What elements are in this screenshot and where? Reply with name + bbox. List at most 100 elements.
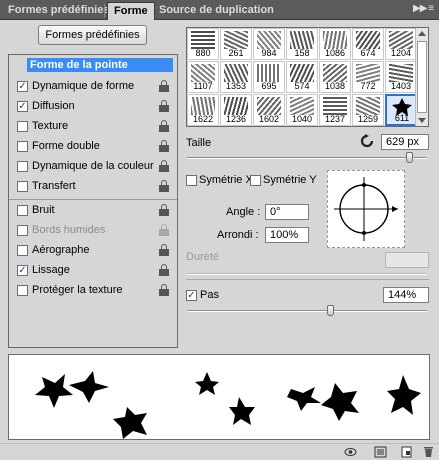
brush-tip-preview <box>191 97 215 115</box>
scroll-down-icon[interactable] <box>418 118 426 123</box>
spacing-slider-thumb[interactable] <box>327 305 334 316</box>
lock-icon[interactable] <box>159 244 169 256</box>
scattering-checkbox[interactable]: ✓ <box>17 101 28 112</box>
lock-icon[interactable] <box>159 160 169 172</box>
angle-crosshair-icon[interactable] <box>328 171 404 247</box>
brush-tip-1602[interactable]: 1602 <box>253 94 285 126</box>
spacing-input[interactable]: 144% <box>383 287 429 303</box>
reset-size-icon[interactable] <box>360 134 374 148</box>
section-transfer[interactable]: Transfert <box>9 177 177 197</box>
section-scattering[interactable]: ✓ Diffusion <box>9 97 177 117</box>
brush-tip-preview <box>356 64 380 82</box>
roundness-input[interactable]: 100% <box>265 227 309 243</box>
airbrush-checkbox[interactable] <box>17 245 28 256</box>
spacing-label: Pas <box>200 289 219 301</box>
trash-icon[interactable] <box>422 446 435 458</box>
brush-tip-1204[interactable]: 1204 <box>385 28 417 60</box>
section-label: Dynamique de forme <box>32 80 135 92</box>
brush-tip-772[interactable]: 772 <box>352 61 384 93</box>
section-protect-texture[interactable]: Protéger la texture <box>9 281 177 301</box>
brush-presets-button[interactable]: Formes prédéfinies <box>38 25 147 45</box>
brush-tip-size-label: 1107 <box>193 81 213 91</box>
brush-tip-size-label: 695 <box>261 81 277 91</box>
brush-tip-1259[interactable]: 1259 <box>352 94 384 126</box>
brush-tip-261[interactable]: 261 <box>220 28 252 60</box>
brush-tip-1237[interactable]: 1237 <box>319 94 351 126</box>
section-texture[interactable]: Texture <box>9 117 177 137</box>
brush-tip-size-label: 984 <box>261 48 277 58</box>
brush-tip-695[interactable]: 695 <box>253 61 285 93</box>
brush-tip-984[interactable]: 984 <box>253 28 285 60</box>
brush-tip-1107[interactable]: 1107 <box>187 61 219 93</box>
transfer-checkbox[interactable] <box>17 181 28 192</box>
lock-icon[interactable] <box>159 120 169 132</box>
section-label: Transfert <box>32 180 76 192</box>
smoothing-checkbox[interactable]: ✓ <box>17 265 28 276</box>
star-mark <box>321 383 359 421</box>
wet-edges-checkbox[interactable] <box>17 225 28 236</box>
flip-x-checkbox[interactable] <box>186 175 197 186</box>
section-noise[interactable]: Bruit <box>9 201 177 221</box>
shape-dynamics-checkbox[interactable]: ✓ <box>17 81 28 92</box>
size-input[interactable]: 629 px <box>381 134 429 150</box>
brush-tip-size-label: 1622 <box>192 114 214 124</box>
lock-icon[interactable] <box>159 204 169 216</box>
brush-grid-icon[interactable] <box>374 446 387 458</box>
scroll-up-icon[interactable] <box>418 31 426 36</box>
section-dual-brush[interactable]: Forme double <box>9 137 177 157</box>
brush-tip-1040[interactable]: 1040 <box>286 94 318 126</box>
brush-tip-574[interactable]: 574 <box>286 61 318 93</box>
brush-tip-611[interactable]: 611 <box>385 94 417 126</box>
section-smoothing[interactable]: ✓ Lissage <box>9 261 177 281</box>
lock-icon[interactable] <box>159 264 169 276</box>
section-wet-edges[interactable]: Bords humides <box>9 221 177 241</box>
color-dynamics-checkbox[interactable] <box>17 161 28 172</box>
lock-icon[interactable] <box>159 284 169 296</box>
create-new-brush-icon[interactable] <box>400 446 413 458</box>
lock-icon[interactable] <box>159 80 169 92</box>
tab-clone-source[interactable]: Source de duplication <box>153 2 280 20</box>
brush-tip-674[interactable]: 674 <box>352 28 384 60</box>
section-color-dynamics[interactable]: Dynamique de la couleur <box>9 157 177 177</box>
dual-brush-checkbox[interactable] <box>17 141 28 152</box>
section-airbrush[interactable]: Aérographe <box>9 241 177 261</box>
options-divider <box>186 279 429 280</box>
brush-tip-1086[interactable]: 1086 <box>319 28 351 60</box>
section-shape-dynamics[interactable]: ✓ Dynamique de forme <box>9 77 177 97</box>
brush-tip-preview <box>224 31 248 49</box>
lock-icon[interactable] <box>159 100 169 112</box>
brush-tip-preview <box>356 97 380 115</box>
angle-input[interactable]: 0° <box>265 204 309 220</box>
flip-y-checkbox[interactable] <box>250 175 261 186</box>
section-brush-tip-shape[interactable]: Forme de la pointe <box>9 57 177 77</box>
brush-tip-size-label: 574 <box>294 81 310 91</box>
lock-icon[interactable] <box>159 140 169 152</box>
lock-icon[interactable] <box>159 180 169 192</box>
spacing-checkbox[interactable]: ✓ <box>186 290 197 301</box>
toggle-live-tip-icon[interactable] <box>344 446 357 458</box>
tab-brush[interactable]: Forme <box>107 2 155 20</box>
noise-checkbox[interactable] <box>17 205 28 216</box>
angle-roundness-widget[interactable] <box>327 170 405 248</box>
brush-tip-1403[interactable]: 1403 <box>385 61 417 93</box>
size-label: Taille <box>186 137 212 149</box>
panel-menu-icon[interactable]: ▶▶ ≡ <box>413 3 434 14</box>
size-slider-thumb[interactable] <box>406 152 414 163</box>
brush-tip-preview <box>257 64 281 82</box>
brush-tip-880[interactable]: 880 <box>187 28 219 60</box>
section-label: Bruit <box>32 204 55 216</box>
texture-checkbox[interactable] <box>17 121 28 132</box>
brush-tip-1353[interactable]: 1353 <box>220 61 252 93</box>
brush-tip-1622[interactable]: 1622 <box>187 94 219 126</box>
brush-tip-1038[interactable]: 1038 <box>319 61 351 93</box>
tab-brush-presets[interactable]: Formes prédéfinies <box>2 2 115 20</box>
section-label: Lissage <box>32 264 70 276</box>
protect-texture-checkbox[interactable] <box>17 285 28 296</box>
size-slider-track[interactable] <box>187 157 427 159</box>
spacing-slider-track[interactable] <box>187 310 427 312</box>
brush-tip-1236[interactable]: 1236 <box>220 94 252 126</box>
brush-grid-scrollbar[interactable] <box>415 28 428 126</box>
scrollbar-thumb[interactable] <box>417 41 427 113</box>
brush-tip-158[interactable]: 158 <box>286 28 318 60</box>
stroke-preview-canvas <box>35 371 421 439</box>
